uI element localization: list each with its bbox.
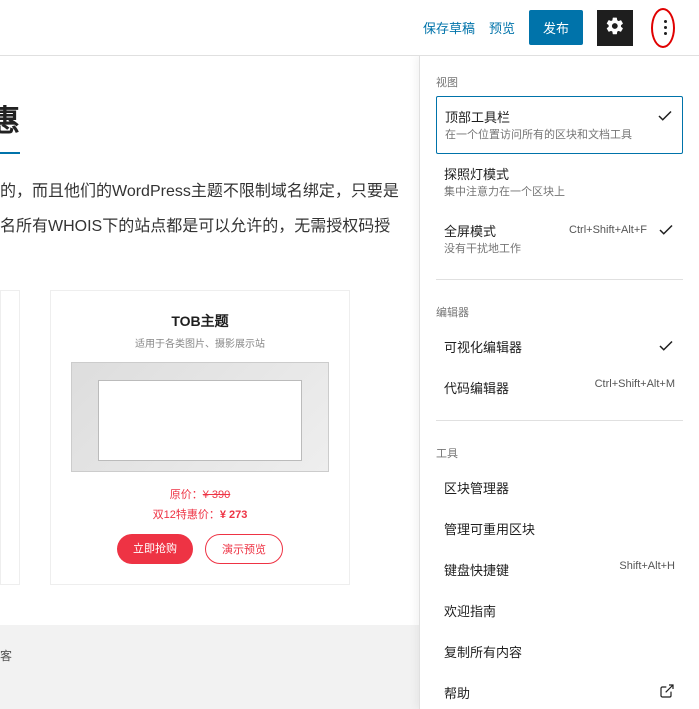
option-top-toolbar[interactable]: 顶部工具栏 在一个位置访问所有的区块和文档工具 <box>436 96 683 154</box>
option-title: 欢迎指南 <box>444 601 675 620</box>
option-title: 代码编辑器 <box>444 378 587 397</box>
more-options-button[interactable] <box>647 10 683 46</box>
publish-button[interactable]: 发布 <box>529 10 583 45</box>
panel-section-view-heading: 视图 <box>436 66 683 96</box>
check-icon <box>657 221 675 239</box>
option-title: 区块管理器 <box>444 478 675 497</box>
product-image <box>71 362 329 472</box>
external-link-icon <box>659 683 675 699</box>
option-welcome-guide[interactable]: 欢迎指南 <box>436 590 683 631</box>
option-keyboard-shortcuts[interactable]: 键盘快捷键 Shift+Alt+H <box>436 549 683 590</box>
option-desc: 没有干扰地工作 <box>444 242 561 257</box>
product-card: TOB主题 适用于各类图片、摄影展示站 原价：¥ 390 双12特惠价：¥ 27… <box>50 290 350 585</box>
shortcut-label: Shift+Alt+H <box>619 560 675 572</box>
option-title: 探照灯模式 <box>444 164 675 183</box>
option-block-manager[interactable]: 区块管理器 <box>436 467 683 508</box>
buy-now-button[interactable]: 立即抢购 <box>117 534 193 564</box>
option-code-editor[interactable]: 代码编辑器 Ctrl+Shift+Alt+M <box>436 367 683 408</box>
check-icon <box>656 107 674 125</box>
divider <box>436 420 683 421</box>
option-desc: 在一个位置访问所有的区块和文档工具 <box>445 128 648 143</box>
panel-section-tools-heading: 工具 <box>436 437 683 467</box>
check-icon <box>657 337 675 355</box>
panel-section-editor-heading: 编辑器 <box>436 296 683 326</box>
option-title: 复制所有内容 <box>444 642 675 661</box>
product-title: TOB主题 <box>51 291 349 331</box>
option-spotlight-mode[interactable]: 探照灯模式 集中注意力在一个区块上 <box>436 154 683 210</box>
shortcut-label: Ctrl+Shift+Alt+F <box>569 224 647 236</box>
editor-top-toolbar: 保存草稿 预览 发布 <box>0 0 699 56</box>
kebab-icon <box>664 20 667 35</box>
option-title: 可视化编辑器 <box>444 337 649 356</box>
save-draft-button[interactable]: 保存草稿 <box>423 18 475 37</box>
option-visual-editor[interactable]: 可视化编辑器 <box>436 326 683 367</box>
divider <box>436 279 683 280</box>
option-manage-reusable-blocks[interactable]: 管理可重用区块 <box>436 508 683 549</box>
more-options-panel: 视图 顶部工具栏 在一个位置访问所有的区块和文档工具 探照灯模式 集中注意力在一… <box>419 56 699 709</box>
product-subtitle: 适用于各类图片、摄影展示站 <box>51 335 349 350</box>
preview-button[interactable]: 预览 <box>489 18 515 37</box>
option-title: 管理可重用区块 <box>444 519 675 538</box>
option-title: 全屏模式 <box>444 221 561 240</box>
product-old-price: 原价：¥ 390 <box>51 486 349 502</box>
content-heading: 惠 <box>0 96 20 154</box>
product-sale-price: 双12特惠价：¥ 273 <box>51 506 349 522</box>
shortcut-label: Ctrl+Shift+Alt+M <box>595 378 675 390</box>
option-title: 顶部工具栏 <box>445 107 648 126</box>
option-title: 键盘快捷键 <box>444 560 611 579</box>
option-title: 帮助 <box>444 683 651 702</box>
gear-icon <box>605 16 625 39</box>
demo-preview-button[interactable]: 演示预览 <box>205 534 283 564</box>
product-card-partial <box>0 290 20 585</box>
option-copy-all-content[interactable]: 复制所有内容 <box>436 631 683 672</box>
option-desc: 集中注意力在一个区块上 <box>444 185 675 200</box>
option-help[interactable]: 帮助 <box>436 672 683 709</box>
option-fullscreen-mode[interactable]: 全屏模式 没有干扰地工作 Ctrl+Shift+Alt+F <box>436 211 683 267</box>
settings-button[interactable] <box>597 10 633 46</box>
